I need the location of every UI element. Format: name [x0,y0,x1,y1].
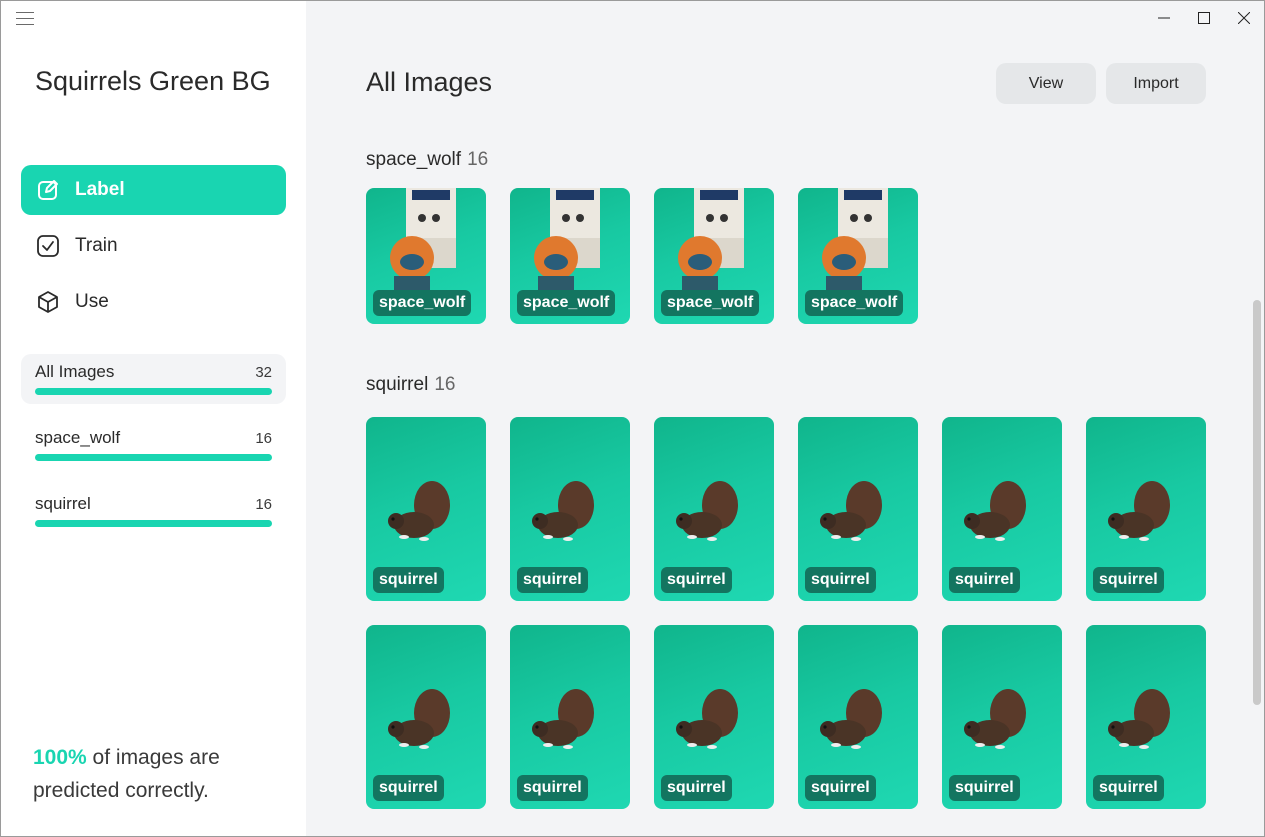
nav-item-train-text: Train [75,235,118,256]
close-icon [1238,12,1250,24]
vertical-scrollbar[interactable] [1250,35,1264,836]
image-thumbnail[interactable]: squirrel [654,625,774,809]
nav-item-label[interactable]: Label [21,165,286,215]
filter-count: 16 [255,430,272,447]
image-label-tag: squirrel [949,567,1020,593]
image-label-tag: squirrel [661,775,732,801]
accuracy-summary: 100% of images are predicted correctly. [33,741,283,807]
label-filters: All Images 32 space_wolf 16 squirrel 16 [21,354,286,552]
image-thumbnail[interactable]: squirrel [510,417,630,601]
image-label-tag: squirrel [805,775,876,801]
filter-all-images[interactable]: All Images 32 [21,354,286,404]
menu-icon[interactable] [16,12,34,26]
image-thumbnail[interactable]: squirrel [654,417,774,601]
filter-space-wolf[interactable]: space_wolf 16 [21,420,286,470]
maximize-button[interactable] [1184,1,1224,35]
section-count: 16 [467,149,489,170]
image-thumbnail[interactable]: squirrel [510,625,630,809]
image-thumbnail[interactable]: squirrel [798,417,918,601]
image-label-tag: squirrel [517,775,588,801]
accuracy-percent: 100% [33,746,87,769]
image-thumbnail[interactable]: squirrel [366,417,486,601]
image-label-tag: squirrel [661,567,732,593]
image-thumbnail[interactable]: squirrel [942,625,1062,809]
image-thumbnail[interactable]: squirrel [942,417,1062,601]
nav-item-use-text: Use [75,291,109,312]
filter-label: squirrel [35,494,91,513]
filter-progress-bar [35,388,272,395]
image-label-tag: space_wolf [661,290,760,316]
section-label: squirrel [366,374,429,395]
section-count: 16 [434,374,456,395]
filter-count: 32 [255,364,272,381]
image-label-tag: squirrel [949,775,1020,801]
cube-icon [35,289,61,315]
maximize-icon [1198,12,1210,24]
filter-squirrel[interactable]: squirrel 16 [21,486,286,536]
view-button[interactable]: View [996,63,1096,104]
filter-label: space_wolf [35,428,121,447]
image-label-tag: squirrel [1093,567,1164,593]
window-controls [1144,1,1264,35]
nav-item-label-text: Label [75,179,125,200]
image-thumbnail[interactable]: squirrel [1086,417,1206,601]
page-title: All Images [366,67,493,97]
scrollbar-thumb[interactable] [1253,300,1261,705]
main-content: All Images View Import space_wolf 16 spac… [306,1,1250,836]
image-thumbnail[interactable]: space_wolf [654,188,774,324]
image-label-tag: squirrel [373,567,444,593]
section-header-squirrel: squirrel 16 [366,374,455,396]
filter-progress-bar [35,520,272,527]
image-label-tag: squirrel [373,775,444,801]
sidebar-nav: Label Train Use [21,165,286,333]
edit-icon [35,177,61,203]
image-label-tag: space_wolf [517,290,616,316]
image-thumbnail[interactable]: space_wolf [510,188,630,324]
image-thumbnail[interactable]: squirrel [366,625,486,809]
import-button[interactable]: Import [1106,63,1206,104]
filter-progress-bar [35,454,272,461]
nav-item-train[interactable]: Train [21,221,286,271]
section-header-space-wolf: space_wolf 16 [366,149,488,171]
minimize-icon [1158,17,1170,19]
nav-item-use[interactable]: Use [21,277,286,327]
filter-label: All Images [35,362,115,381]
minimize-button[interactable] [1144,1,1184,35]
project-title: Squirrels Green BG [35,66,271,96]
image-label-tag: squirrel [805,567,876,593]
image-label-tag: squirrel [517,567,588,593]
image-label-tag: space_wolf [373,290,472,316]
section-label: space_wolf [366,149,462,170]
image-thumbnail[interactable]: space_wolf [798,188,918,324]
image-thumbnail[interactable]: space_wolf [366,188,486,324]
image-thumbnail[interactable]: squirrel [1086,625,1206,809]
image-label-tag: space_wolf [805,290,904,316]
image-label-tag: squirrel [1093,775,1164,801]
close-button[interactable] [1224,1,1264,35]
checkbox-icon [35,233,61,259]
app-window: Squirrels Green BG Label Train Use All I… [0,0,1265,837]
image-thumbnail[interactable]: squirrel [798,625,918,809]
sidebar: Squirrels Green BG Label Train Use All I… [1,1,306,836]
filter-count: 16 [255,496,272,513]
